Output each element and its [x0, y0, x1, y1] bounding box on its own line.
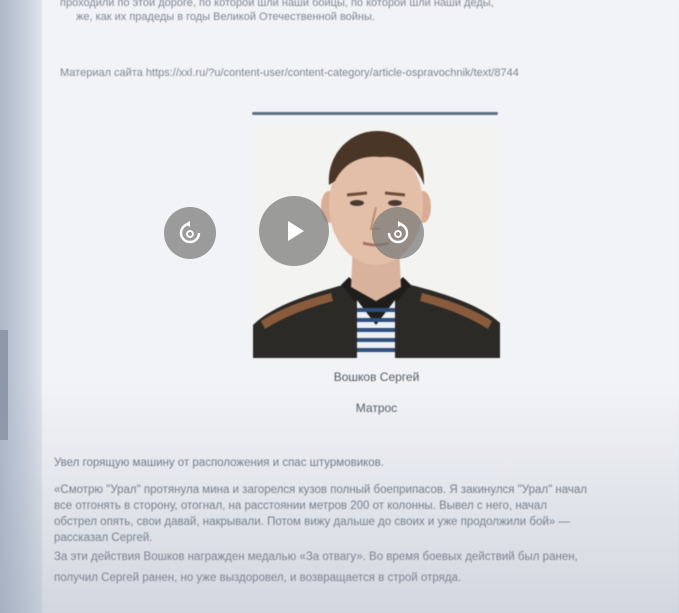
source-link[interactable]: Материал сайта https://xxl.ru/?u/content…	[60, 66, 675, 80]
article-text-line: все отгонять в сторону, отогнал, на расс…	[54, 500, 547, 512]
person-role: Матрос	[355, 401, 398, 415]
article-text-line: получил Сергей ранен, но уже выздоровел,…	[54, 572, 462, 584]
person-name: Вошков Сергей	[333, 370, 420, 384]
article-text-line: же, как их прадеды в годы Великой Отечес…	[76, 11, 375, 23]
article-text-line: обстрел опять, свои давай, накрывали. По…	[54, 516, 570, 528]
forward-button[interactable]	[372, 207, 424, 259]
screen: проходили по этой дороге, по которой шли…	[0, 0, 679, 613]
left-panel-edge	[0, 0, 42, 613]
forward-10-icon	[387, 221, 409, 244]
left-panel-tab	[0, 330, 8, 440]
play-button[interactable]	[259, 196, 329, 266]
article-text-line: Увел горящую машину от расположения и сп…	[54, 457, 384, 469]
article-text-line: За эти действия Вошков награжден медалью…	[54, 551, 578, 563]
section-divider	[252, 112, 498, 115]
article-text-line: «Смотрю "Урал" протянула мина и загорелс…	[54, 484, 587, 496]
video-player-controls	[164, 196, 426, 266]
play-icon	[288, 221, 304, 241]
article-text-line: проходили по этой дороге, по которой шли…	[60, 0, 494, 9]
article-page: проходили по этой дороге, по которой шли…	[42, 0, 679, 613]
rewind-10-icon	[179, 221, 201, 244]
article-text-line: рассказал Сергей.	[54, 532, 153, 544]
rewind-button[interactable]	[164, 207, 216, 259]
